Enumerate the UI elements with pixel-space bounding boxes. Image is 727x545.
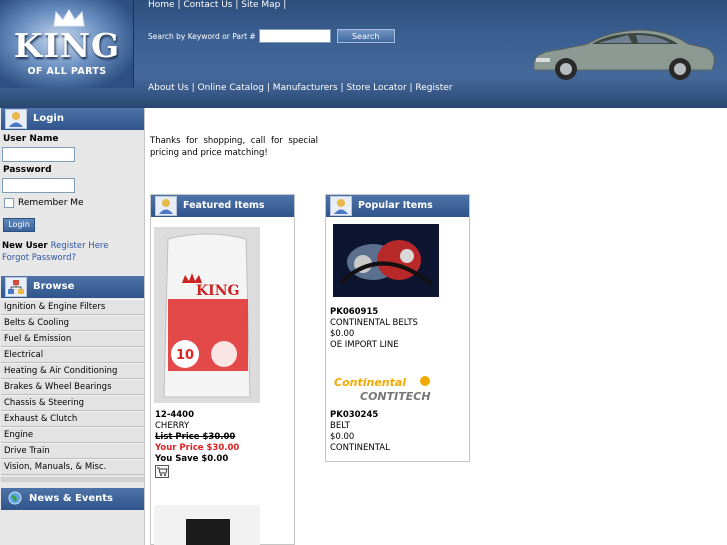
product-image-next[interactable] bbox=[154, 505, 260, 545]
browse-item-chassis[interactable]: Chassis & Steering bbox=[1, 395, 144, 411]
browse-item-ignition[interactable]: Ignition & Engine Filters bbox=[1, 299, 144, 315]
login-button[interactable]: Login bbox=[3, 218, 35, 232]
password-input[interactable] bbox=[2, 178, 75, 193]
site-logo[interactable]: KING OF ALL PARTS bbox=[0, 0, 134, 88]
featured-you-save: You Save $0.00 bbox=[155, 454, 229, 464]
jug-brand: KING bbox=[196, 283, 239, 299]
user-icon bbox=[330, 196, 352, 216]
logo-title: KING bbox=[13, 26, 121, 65]
login-header: Login bbox=[1, 108, 144, 130]
popular-name-2: BELT bbox=[330, 421, 350, 431]
crown-icon bbox=[53, 9, 85, 27]
contitech-logo[interactable]: Continental CONTITECH bbox=[332, 373, 440, 403]
search-bar: Search by Keyword or Part # Search bbox=[148, 28, 395, 44]
search-input[interactable] bbox=[258, 29, 331, 43]
forgot-password-link[interactable]: Forgot Password? bbox=[2, 253, 76, 263]
logo-continental-text: Continental bbox=[334, 376, 406, 389]
browse-item-brakes[interactable]: Brakes & Wheel Bearings bbox=[1, 379, 144, 395]
user-icon bbox=[5, 109, 27, 129]
remember-checkbox[interactable] bbox=[4, 198, 14, 208]
intro-message: Thanks for shopping, call for special pr… bbox=[150, 136, 318, 158]
car-image bbox=[533, 29, 715, 80]
popular-sku-2[interactable]: PK030245 bbox=[330, 410, 390, 421]
username-input[interactable] bbox=[2, 147, 75, 162]
username-label: User Name bbox=[3, 134, 59, 144]
add-to-cart-icon[interactable] bbox=[155, 465, 169, 478]
sidebar: Login User Name Password Remember Me Log… bbox=[0, 108, 145, 545]
featured-sku[interactable]: 12-4400 bbox=[155, 410, 239, 421]
main-nav-links[interactable]: About Us | Online Catalog | Manufacturer… bbox=[148, 83, 452, 93]
popular-price-1: $0.00 bbox=[330, 329, 355, 339]
globe-icon bbox=[5, 489, 27, 509]
register-link[interactable]: Register Here bbox=[51, 241, 109, 251]
search-label: Search by Keyword or Part # bbox=[148, 31, 256, 41]
news-header[interactable]: News & Events bbox=[1, 488, 144, 510]
popular-header: Popular Items bbox=[326, 195, 469, 217]
new-user-label: New User bbox=[2, 241, 48, 251]
remember-me[interactable]: Remember Me bbox=[4, 198, 84, 208]
browse-header: Browse bbox=[1, 276, 144, 298]
popular-brand-1: OE IMPORT LINE bbox=[330, 340, 399, 350]
browse-item-exhaust[interactable]: Exhaust & Clutch bbox=[1, 411, 144, 427]
jug-number: 10 bbox=[176, 348, 194, 363]
popular-items-box: Popular Items PK060915 CONTINENTAL BELTS… bbox=[325, 194, 470, 462]
browse-item-heating[interactable]: Heating & Air Conditioning bbox=[1, 363, 144, 379]
browse-item-vision[interactable]: Vision, Manuals, & Misc. bbox=[1, 459, 144, 475]
logo-subtitle: OF ALL PARTS bbox=[27, 66, 107, 77]
featured-item-details: 12-4400 CHERRY List Price $30.00 Your Pr… bbox=[155, 410, 239, 465]
featured-header: Featured Items bbox=[151, 195, 294, 217]
featured-name: CHERRY bbox=[155, 421, 190, 431]
new-user-row: New User Register Here bbox=[2, 241, 108, 251]
browse-list: Ignition & Engine Filters Belts & Coolin… bbox=[1, 299, 144, 475]
browse-item-fuel[interactable]: Fuel & Emission bbox=[1, 331, 144, 347]
site-header: KING OF ALL PARTS Home | Contact Us | Si… bbox=[0, 0, 727, 108]
popular-item-2: PK030245 BELT $0.00 CONTINENTAL bbox=[330, 410, 390, 454]
user-icon bbox=[155, 196, 177, 216]
popular-sku-1[interactable]: PK060915 bbox=[330, 307, 418, 318]
browse-item-electrical[interactable]: Electrical bbox=[1, 347, 144, 363]
password-label: Password bbox=[3, 165, 52, 175]
popular-item-1: PK060915 CONTINENTAL BELTS $0.00 OE IMPO… bbox=[330, 307, 418, 351]
browse-item-engine[interactable]: Engine bbox=[1, 427, 144, 443]
browse-item-belts[interactable]: Belts & Cooling bbox=[1, 315, 144, 331]
logo-contitech-text: CONTITECH bbox=[360, 390, 431, 403]
remember-label: Remember Me bbox=[18, 198, 84, 208]
featured-list-price: List Price $30.00 bbox=[155, 432, 236, 442]
news-title: News & Events bbox=[29, 493, 114, 504]
search-button[interactable]: Search bbox=[336, 29, 395, 43]
popular-name-1: CONTINENTAL BELTS bbox=[330, 318, 418, 328]
featured-items-box: Featured Items 10 KING 12-4400 CHERRY Li… bbox=[150, 194, 295, 545]
product-image-cherry[interactable]: 10 KING bbox=[154, 227, 260, 403]
browse-item-drivetrain[interactable]: Drive Train bbox=[1, 443, 144, 459]
featured-your-price: Your Price $30.00 bbox=[155, 443, 240, 453]
sidebar-divider bbox=[1, 477, 144, 482]
popular-price-2: $0.00 bbox=[330, 432, 355, 442]
product-image-belts[interactable] bbox=[333, 224, 439, 297]
browse-title: Browse bbox=[33, 281, 75, 292]
top-nav-links[interactable]: Home | Contact Us | Site Map | bbox=[148, 0, 286, 10]
featured-title: Featured Items bbox=[183, 200, 265, 211]
popular-brand-2: CONTINENTAL bbox=[330, 443, 390, 453]
login-title: Login bbox=[33, 113, 64, 124]
browse-icon bbox=[5, 277, 27, 297]
popular-title: Popular Items bbox=[358, 200, 433, 211]
